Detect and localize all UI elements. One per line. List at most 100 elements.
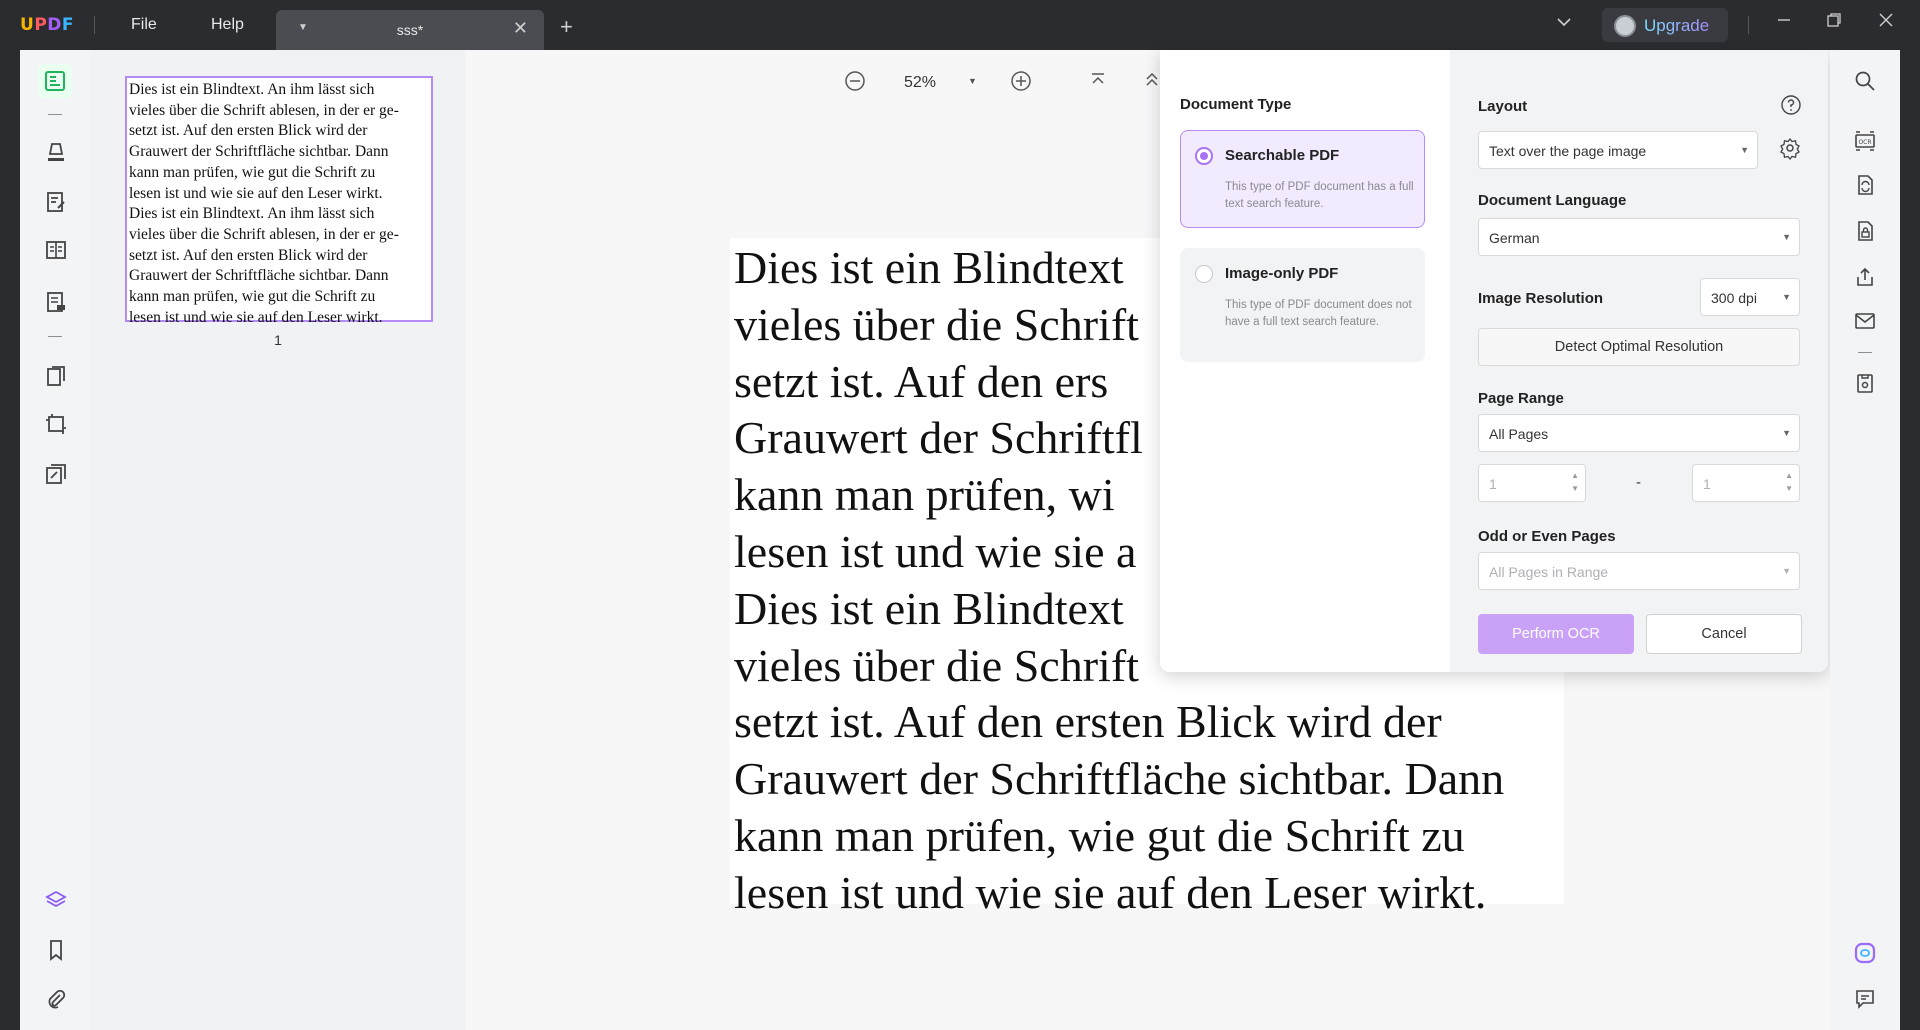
avatar: [1614, 15, 1636, 37]
help-icon[interactable]: [1780, 94, 1802, 116]
search-icon[interactable]: [1852, 68, 1878, 94]
language-title: Document Language: [1478, 192, 1627, 209]
thumb-line: setzt ist. Auf den ersten Blick wird der: [129, 122, 368, 140]
option-title: Image-only PDF: [1225, 265, 1339, 282]
upgrade-label: Upgrade: [1644, 16, 1710, 35]
divider: [48, 114, 62, 115]
stepper-icon[interactable]: ▲ ▼: [1571, 469, 1579, 495]
previous-page-icon[interactable]: [1142, 70, 1162, 96]
radio-image-only-pdf[interactable]: [1195, 265, 1213, 283]
email-icon[interactable]: [1852, 308, 1878, 334]
crop-icon[interactable]: [42, 410, 70, 438]
share-icon[interactable]: [1852, 264, 1878, 290]
thumb-line: lesen ist und wie sie auf den Leser wirk…: [129, 308, 383, 326]
organize-pages-icon[interactable]: [42, 362, 70, 390]
document-tab[interactable]: ▼ sss* ✕: [276, 10, 544, 50]
layout-select[interactable]: Text over the page image ▼: [1478, 131, 1758, 169]
range-from-input[interactable]: 1 ▲ ▼: [1478, 464, 1586, 502]
range-from-value: 1: [1489, 476, 1497, 492]
gear-icon[interactable]: [1778, 136, 1802, 161]
page-range-title: Page Range: [1478, 390, 1564, 407]
odd-even-value: All Pages in Range: [1489, 564, 1609, 580]
svg-text:OCR: OCR: [1858, 139, 1871, 146]
thumb-line: kann man prüfen, wie gut die Schrift zu: [129, 163, 376, 181]
form-icon[interactable]: [42, 288, 70, 316]
thumb-line: Grauwert der Schriftfläche sichtbar. Dan…: [129, 143, 389, 161]
ai-assistant-icon[interactable]: [1852, 940, 1878, 966]
resolution-title: Image Resolution: [1478, 290, 1604, 307]
thumb-line: lesen ist und wie sie auf den Leser wirk…: [129, 184, 383, 202]
title-bar: UPDF File Help ▼ sss* ✕ + Upgrade: [0, 0, 1920, 50]
ocr-settings-section: Layout Text over the page image ▼ Docume…: [1450, 50, 1828, 672]
restore-icon[interactable]: [1826, 12, 1842, 33]
app-logo: UPDF: [20, 15, 75, 35]
chevron-down-icon: ▼: [1740, 145, 1749, 155]
ocr-dialog: Document Type Searchable PDF This type o…: [1160, 50, 1828, 672]
language-value: German: [1489, 230, 1540, 246]
menu-help[interactable]: Help: [211, 16, 244, 34]
protect-icon[interactable]: [1852, 218, 1878, 244]
radio-searchable-pdf[interactable]: [1195, 147, 1213, 165]
zoom-dropdown-icon[interactable]: ▼: [968, 76, 977, 86]
divider: [94, 16, 95, 34]
odd-even-select[interactable]: All Pages in Range ▼: [1478, 552, 1800, 590]
save-icon[interactable]: [1852, 370, 1878, 396]
zoom-level[interactable]: 52%: [904, 74, 936, 92]
page-layout-icon[interactable]: [42, 236, 70, 264]
thumb-line: kann man prüfen, wie gut die Schrift zu: [129, 288, 376, 306]
range-dash: -: [1636, 474, 1641, 491]
tab-title: sss*: [396, 22, 424, 38]
minimize-icon[interactable]: [1776, 12, 1792, 33]
option-searchable-pdf[interactable]: Searchable PDF This type of PDF document…: [1180, 130, 1425, 228]
cancel-button[interactable]: Cancel: [1646, 614, 1802, 654]
close-tab-icon[interactable]: ✕: [513, 18, 528, 39]
layout-title: Layout: [1478, 98, 1528, 115]
attachment-icon[interactable]: [42, 986, 70, 1014]
thumb-line: vieles über die Schrift ablesen, in der …: [129, 225, 399, 243]
option-image-only-pdf[interactable]: Image-only PDF This type of PDF document…: [1180, 248, 1425, 362]
divider: [48, 336, 62, 337]
resolution-value: 300 dpi: [1711, 290, 1757, 306]
layers-icon[interactable]: [42, 886, 70, 914]
zoom-in-icon[interactable]: [1010, 70, 1032, 98]
chevron-down-icon: ▼: [1782, 566, 1791, 576]
thumb-line: Grauwert der Schriftfläche sichtbar. Dan…: [129, 267, 389, 285]
divider: [1748, 16, 1749, 34]
chevron-down-icon[interactable]: [1556, 14, 1572, 35]
menu-file[interactable]: File: [131, 16, 157, 34]
range-to-value: 1: [1703, 476, 1711, 492]
stepper-icon[interactable]: ▲ ▼: [1785, 469, 1793, 495]
resolution-select[interactable]: 300 dpi ▼: [1700, 278, 1800, 316]
comment-highlight-icon[interactable]: [42, 138, 70, 166]
range-to-input[interactable]: 1 ▲ ▼: [1692, 464, 1800, 502]
thumbnail-page-number: 1: [274, 332, 282, 348]
option-title: Searchable PDF: [1225, 147, 1340, 164]
detect-resolution-button[interactable]: Detect Optimal Resolution: [1478, 328, 1800, 366]
tools-icon[interactable]: [42, 460, 70, 488]
first-page-icon[interactable]: [1088, 70, 1108, 96]
language-select[interactable]: German ▼: [1478, 218, 1800, 256]
new-tab-icon[interactable]: +: [560, 14, 573, 40]
perform-ocr-button[interactable]: Perform OCR: [1478, 614, 1634, 654]
page-thumbnail[interactable]: Dies ist ein Blindtext. An ihm lässt sic…: [125, 76, 433, 326]
page-range-value: All Pages: [1489, 426, 1549, 442]
zoom-out-icon[interactable]: [844, 70, 866, 98]
page-line: setzt ist. Auf den ersten Blick wird der: [734, 696, 1442, 748]
thumb-line: Dies ist ein Blindtext. An ihm lässt sic…: [129, 81, 375, 98]
option-description: This type of PDF document does not have …: [1225, 299, 1412, 328]
page-range-select[interactable]: All Pages ▼: [1478, 414, 1800, 452]
upgrade-button[interactable]: Upgrade: [1602, 8, 1728, 42]
page-line: Grauwert der Schriftfläche sichtbar. Dan…: [734, 753, 1505, 805]
thumb-line: vieles über die Schrift ablesen, in der …: [129, 101, 399, 119]
ocr-icon[interactable]: OCR: [1852, 128, 1878, 154]
reader-mode-icon[interactable]: [38, 64, 72, 98]
convert-icon[interactable]: [1852, 172, 1878, 198]
edit-pdf-icon[interactable]: [42, 188, 70, 216]
close-window-icon[interactable]: [1878, 12, 1894, 33]
divider: [1858, 352, 1872, 353]
layout-value: Text over the page image: [1489, 143, 1647, 159]
comment-icon[interactable]: [1852, 986, 1878, 1012]
bookmark-icon[interactable]: [42, 936, 70, 964]
odd-even-title: Odd or Even Pages: [1478, 528, 1616, 545]
chevron-down-icon: ▼: [1782, 292, 1791, 302]
